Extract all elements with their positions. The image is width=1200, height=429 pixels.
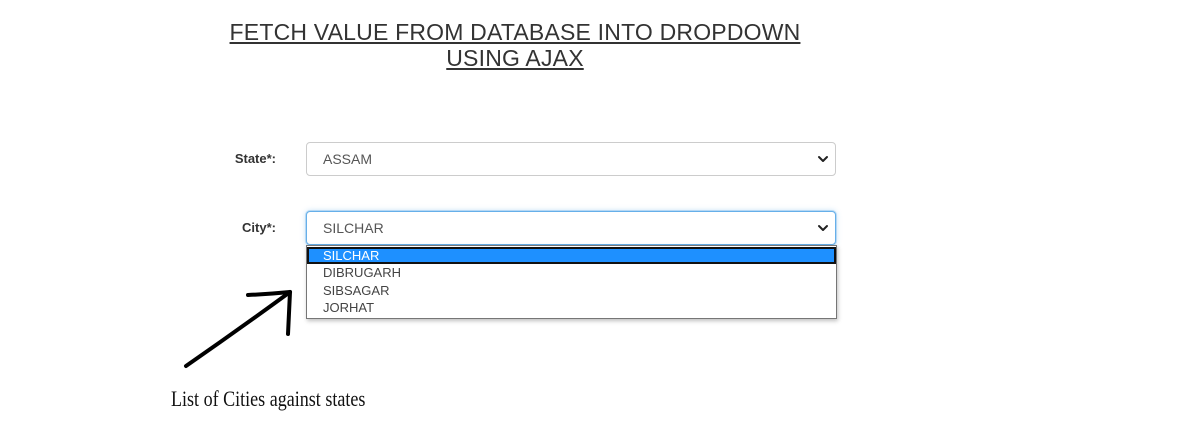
state-select-value: ASSAM [323, 151, 373, 167]
arrow-icon [184, 290, 292, 368]
state-select[interactable]: ASSAM [306, 142, 836, 176]
chevron-down-icon [818, 156, 828, 162]
city-select[interactable]: SILCHAR [306, 211, 836, 245]
city-select-value: SILCHAR [323, 220, 384, 236]
city-option-jorhat[interactable]: JORHAT [307, 299, 836, 316]
chevron-down-icon [818, 225, 828, 231]
page-title: FETCH VALUE FROM DATABASE INTO DROPDOWN … [229, 19, 801, 71]
annotation-caption: List of Cities against states [171, 386, 366, 411]
city-dropdown-list: SILCHAR DIBRUGARH SIBSAGAR JORHAT [306, 245, 837, 319]
city-label: City*: [242, 220, 276, 235]
city-option-silchar[interactable]: SILCHAR [307, 247, 836, 264]
city-option-sibsagar[interactable]: SIBSAGAR [307, 282, 836, 299]
city-option-dibrugarh[interactable]: DIBRUGARH [307, 264, 836, 281]
state-label: State*: [234, 151, 276, 166]
